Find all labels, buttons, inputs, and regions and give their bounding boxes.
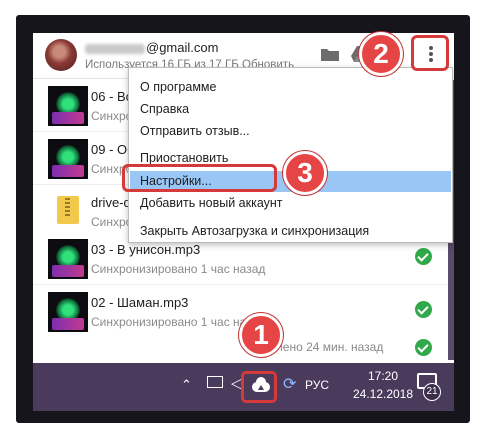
file-name: 02 - Шаман.mp3 — [91, 295, 189, 310]
music-thumbnail — [48, 239, 88, 279]
menu-item-about[interactable]: О программе — [130, 77, 451, 98]
step-callout-2: 2 — [359, 32, 403, 76]
clock-date[interactable]: 24.12.2018 — [351, 387, 415, 401]
step-callout-1: 1 — [239, 313, 283, 357]
menu-item-quit[interactable]: Закрыть Автозагрузка и синхронизация — [130, 221, 451, 242]
sync-icon[interactable]: ⟳ — [283, 374, 296, 394]
menu-item-add-account[interactable]: Добавить новый аккаунт — [130, 193, 451, 214]
more-vert-icon — [429, 46, 433, 62]
zip-file-icon — [57, 196, 79, 224]
avatar[interactable] — [45, 39, 77, 71]
network-icon[interactable] — [207, 376, 223, 388]
account-email: @gmail.com — [85, 40, 218, 55]
language-indicator[interactable]: РУС — [305, 378, 329, 392]
music-thumbnail — [48, 86, 88, 126]
settings-highlight-box — [122, 164, 277, 192]
menu-item-help[interactable]: Справка — [130, 99, 451, 120]
windows-taskbar: ⌃ ◁ ⟳ РУС 17:20 24.12.2018 21 — [33, 363, 454, 411]
more-options-button[interactable] — [411, 35, 449, 71]
menu-item-send-feedback[interactable]: Отправить отзыв... — [130, 121, 451, 142]
synced-check-icon — [415, 248, 432, 265]
screenshot: @gmail.com Используется 16 ГБ из 17 ГБ О… — [0, 0, 486, 436]
upload-arrow-icon — [258, 384, 264, 390]
file-name: 03 - В унисон.mp3 — [91, 242, 201, 257]
redacted-email-name — [85, 43, 145, 54]
chevron-up-icon[interactable]: ⌃ — [181, 377, 192, 393]
synced-check-icon — [415, 301, 432, 318]
clock-time[interactable]: 17:20 — [351, 369, 415, 383]
folder-icon[interactable] — [321, 47, 339, 61]
file-status: Синхронизировано 1 час назад — [91, 262, 266, 276]
synced-check-icon — [415, 339, 432, 356]
backup-sync-tray-button[interactable] — [241, 371, 277, 403]
notification-count: 21 — [423, 383, 441, 401]
step-callout-3: 3 — [283, 151, 327, 195]
music-thumbnail — [48, 139, 88, 179]
music-thumbnail — [48, 292, 88, 332]
